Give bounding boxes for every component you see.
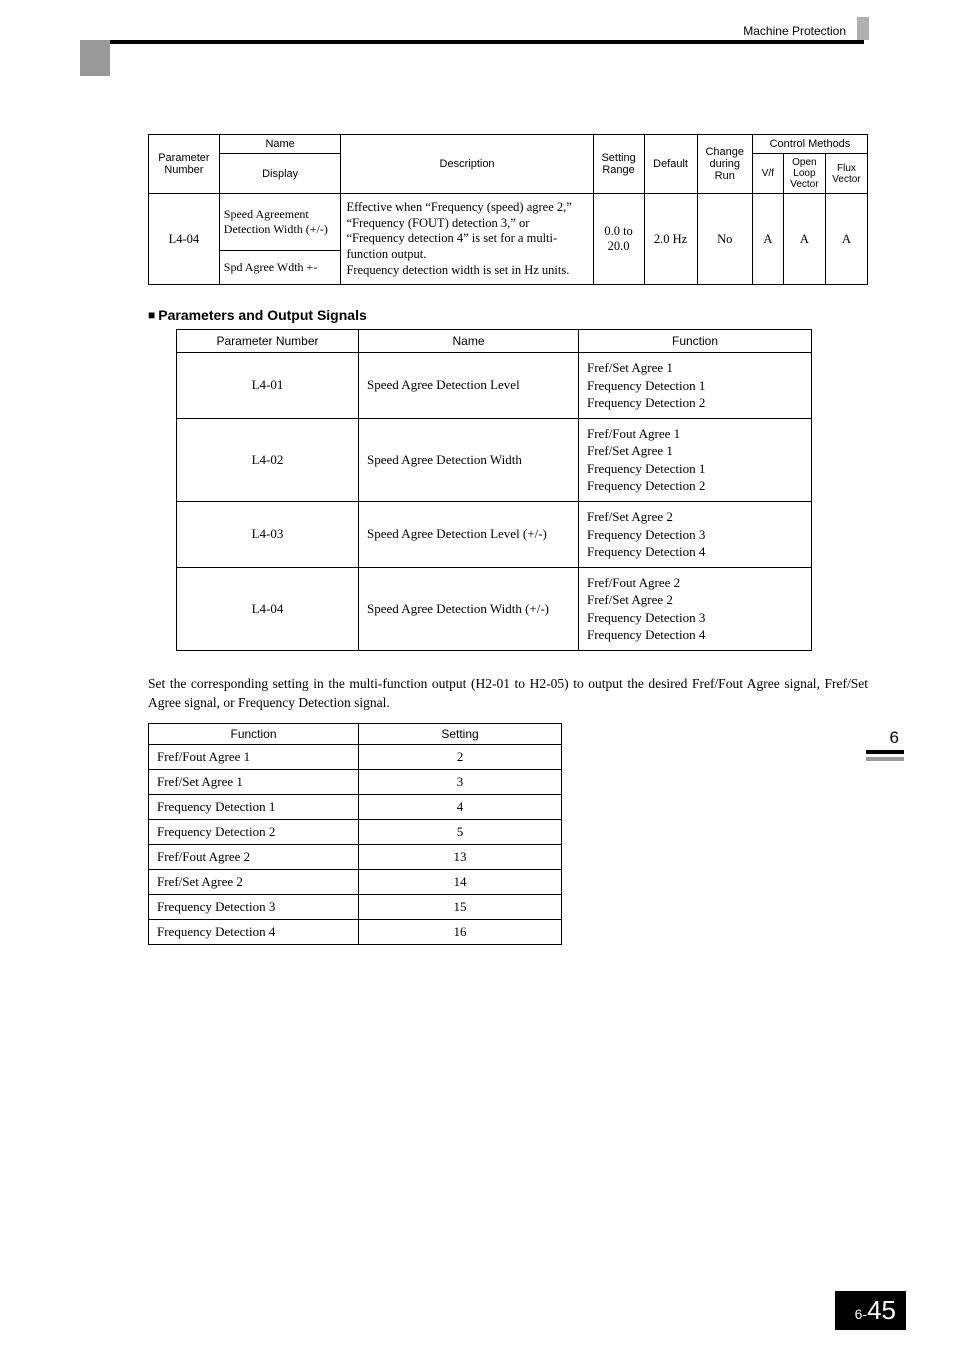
col-fn: Function [579, 330, 812, 353]
col-flux: Flux Vector [825, 154, 867, 194]
col-olv: Open Loop Vector [783, 154, 825, 194]
cell-setting: 13 [359, 844, 562, 869]
cell-name: Speed Agree Detection Level [359, 353, 579, 419]
col-setting: Setting [359, 723, 562, 744]
col-display: Display [219, 154, 341, 194]
cell-flux: A [825, 194, 867, 285]
cell-name: Speed Agree Detection Width (+/-) [359, 567, 579, 650]
table-row: Fref/Fout Agree 12 [149, 744, 562, 769]
cell-setting: 14 [359, 869, 562, 894]
table-row: L4-04 Speed Agreement Detection Width (+… [149, 194, 868, 251]
table-row: L4-03 Speed Agree Detection Level (+/-) … [177, 501, 812, 567]
cell-name: Speed Agreement Detection Width (+/-) [219, 194, 341, 251]
table-row: L4-01 Speed Agree Detection Level Fref/S… [177, 353, 812, 419]
table-row: Frequency Detection 315 [149, 894, 562, 919]
cell-setting: 4 [359, 794, 562, 819]
cell-change: No [697, 194, 752, 285]
header-label: Machine Protection [743, 24, 846, 38]
col-pn: Parameter Number [177, 330, 359, 353]
table-row: L4-02 Speed Agree Detection Width Fref/F… [177, 418, 812, 501]
cell-fn: Fref/Set Agree 1 [149, 769, 359, 794]
cell-fn: Frequency Detection 2 [149, 819, 359, 844]
cell-fn: Fref/Set Agree 2Frequency Detection 3Fre… [579, 501, 812, 567]
cell-pn: L4-04 [149, 194, 220, 285]
table-row: Fref/Fout Agree 213 [149, 844, 562, 869]
page-content: Parameter Number Name Description Settin… [148, 134, 868, 945]
cell-fn: Fref/Fout Agree 2 [149, 844, 359, 869]
col-default: Default [644, 135, 697, 194]
cell-desc: Effective when “Frequency (speed) agree … [341, 194, 593, 285]
cell-fn: Frequency Detection 4 [149, 919, 359, 944]
cell-fn: Fref/Set Agree 1Frequency Detection 1Fre… [579, 353, 812, 419]
cell-fn: Fref/Fout Agree 1 [149, 744, 359, 769]
cell-setting: 5 [359, 819, 562, 844]
cell-default: 2.0 Hz [644, 194, 697, 285]
cell-range: 0.0 to 20.0 [593, 194, 644, 285]
col-name: Name [219, 135, 341, 154]
cell-fn: Fref/Fout Agree 2Fref/Set Agree 2Frequen… [579, 567, 812, 650]
table-row: Fref/Set Agree 214 [149, 869, 562, 894]
cell-display: Spd Agree Wdth +- [219, 251, 341, 285]
chapter-bar-1 [866, 750, 904, 754]
page-number-tab: 6-45 [835, 1291, 906, 1330]
col-vf: V/f [752, 154, 783, 194]
cell-fn: Frequency Detection 3 [149, 894, 359, 919]
bullet-icon: ■ [148, 308, 155, 322]
parameter-table: Parameter Number Name Description Settin… [148, 134, 868, 285]
col-desc: Description [341, 135, 593, 194]
col-name: Name [359, 330, 579, 353]
cell-name: Speed Agree Detection Level (+/-) [359, 501, 579, 567]
params-output-table: Parameter Number Name Function L4-01 Spe… [176, 329, 812, 651]
cell-fn: Frequency Detection 1 [149, 794, 359, 819]
header-accent [857, 17, 869, 40]
cell-setting: 16 [359, 919, 562, 944]
cell-vf: A [752, 194, 783, 285]
cell-olv: A [783, 194, 825, 285]
col-fn: Function [149, 723, 359, 744]
body-paragraph: Set the corresponding setting in the mul… [148, 675, 868, 713]
page-prefix: 6- [855, 1306, 867, 1322]
function-setting-table: Function Setting Fref/Fout Agree 12 Fref… [148, 723, 562, 945]
cell-pn: L4-04 [177, 567, 359, 650]
cell-pn: L4-01 [177, 353, 359, 419]
col-param-no: Parameter Number [149, 135, 220, 194]
table-row: Frequency Detection 25 [149, 819, 562, 844]
cell-pn: L4-02 [177, 418, 359, 501]
page-number: 45 [867, 1295, 896, 1325]
cell-pn: L4-03 [177, 501, 359, 567]
side-tab-white [79, 76, 111, 93]
table-row: L4-04 Speed Agree Detection Width (+/-) … [177, 567, 812, 650]
section-title: Parameters and Output Signals [158, 307, 367, 323]
side-tab-grey [80, 40, 110, 76]
cell-name: Speed Agree Detection Width [359, 418, 579, 501]
col-control-methods: Control Methods [752, 135, 867, 154]
cell-setting: 15 [359, 894, 562, 919]
table-row: Fref/Set Agree 13 [149, 769, 562, 794]
section-heading: ■Parameters and Output Signals [148, 307, 868, 323]
cell-setting: 3 [359, 769, 562, 794]
header-rule [80, 40, 864, 44]
col-range: Setting Range [593, 135, 644, 194]
cell-fn: Fref/Fout Agree 1Fref/Set Agree 1Frequen… [579, 418, 812, 501]
chapter-number: 6 [890, 728, 899, 748]
cell-fn: Fref/Set Agree 2 [149, 869, 359, 894]
table-row: Frequency Detection 14 [149, 794, 562, 819]
chapter-bar-2 [866, 757, 904, 761]
cell-setting: 2 [359, 744, 562, 769]
table-row: Frequency Detection 416 [149, 919, 562, 944]
col-change: Change during Run [697, 135, 752, 194]
